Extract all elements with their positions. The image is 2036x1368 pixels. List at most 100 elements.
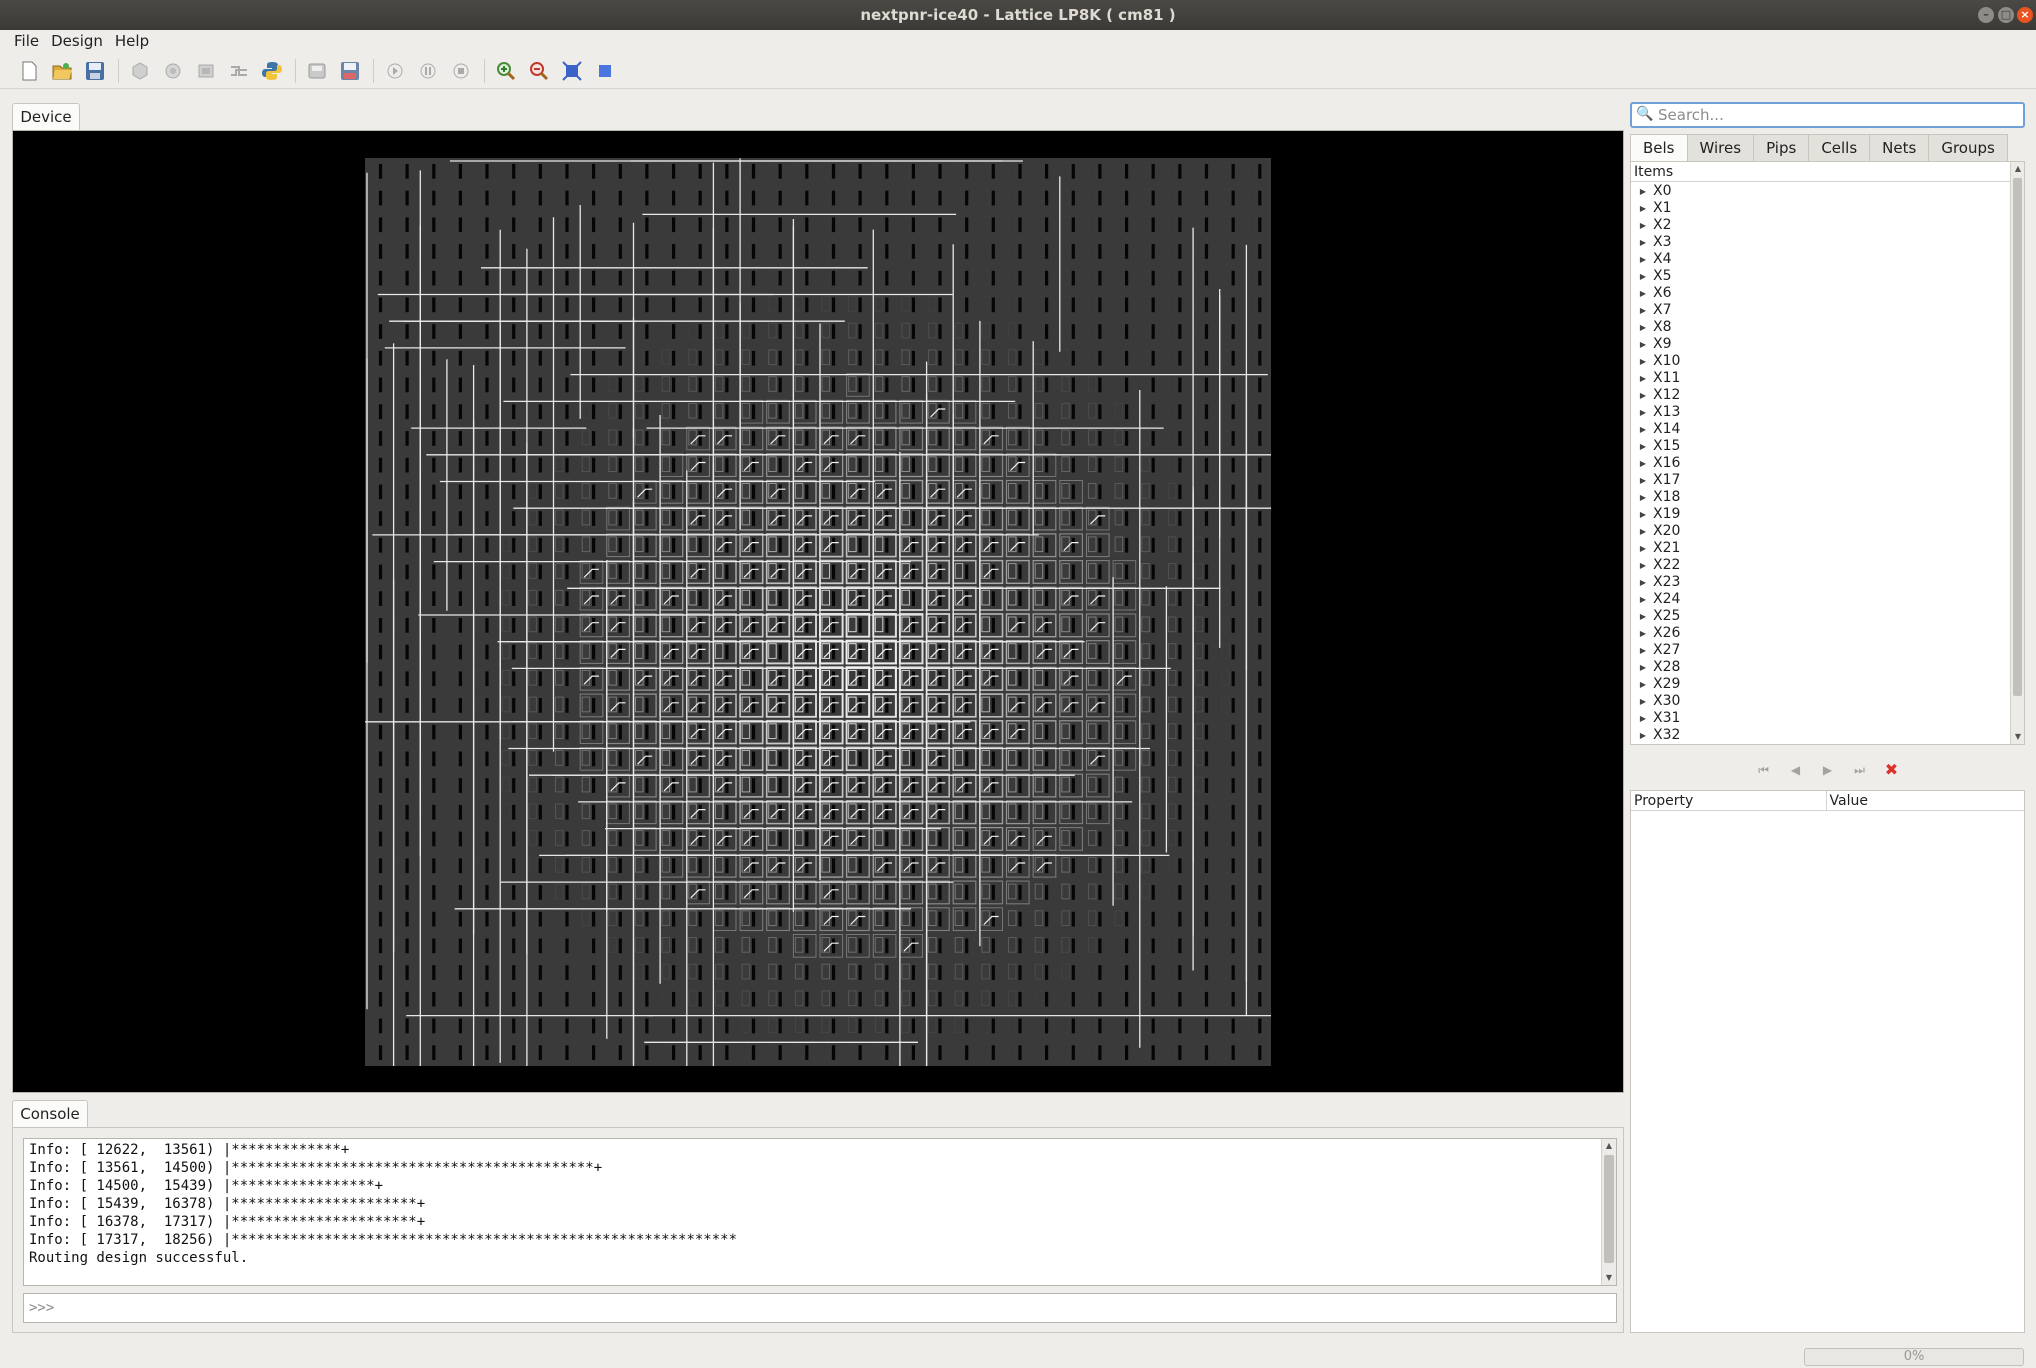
expand-arrow-icon[interactable]: ▶	[1631, 506, 1649, 523]
search-box[interactable]: 🔍	[1630, 102, 2025, 128]
expand-arrow-icon[interactable]: ▶	[1631, 421, 1649, 438]
tree-item[interactable]: ▶ X6	[1631, 285, 2011, 302]
tree-item[interactable]: ▶ X26	[1631, 625, 2011, 642]
search-input[interactable]	[1658, 104, 2018, 126]
expand-arrow-icon[interactable]: ▶	[1631, 574, 1649, 591]
tab-groups[interactable]: Groups	[1928, 134, 2008, 161]
tree-item[interactable]: ▶ X13	[1631, 404, 2011, 421]
scroll-up-icon[interactable]: ▲	[2011, 162, 2024, 176]
expand-arrow-icon[interactable]: ▶	[1631, 319, 1649, 336]
save-asc-icon[interactable]	[304, 58, 330, 84]
save-file-icon[interactable]	[82, 58, 108, 84]
new-file-icon[interactable]	[16, 58, 42, 84]
tree-item[interactable]: ▶ X0	[1631, 183, 2011, 200]
expand-arrow-icon[interactable]: ▶	[1631, 642, 1649, 659]
tree-item[interactable]: ▶ X11	[1631, 370, 2011, 387]
stop-icon[interactable]	[448, 58, 474, 84]
expand-arrow-icon[interactable]: ▶	[1631, 557, 1649, 574]
scroll-up-icon[interactable]: ▲	[1602, 1139, 1616, 1153]
expand-arrow-icon[interactable]: ▶	[1631, 217, 1649, 234]
tree-item[interactable]: ▶ X3	[1631, 234, 2011, 251]
maximize-icon[interactable]: □	[1998, 7, 2014, 23]
tree-item[interactable]: ▶ X29	[1631, 676, 2011, 693]
zoom-in-icon[interactable]	[493, 58, 519, 84]
tab-cells[interactable]: Cells	[1808, 134, 1871, 161]
assign-budget-icon[interactable]	[160, 58, 186, 84]
expand-arrow-icon[interactable]: ▶	[1631, 353, 1649, 370]
tree-item[interactable]: ▶ X12	[1631, 387, 2011, 404]
menu-help[interactable]: Help	[109, 30, 155, 53]
expand-arrow-icon[interactable]: ▶	[1631, 591, 1649, 608]
close-icon[interactable]: ×	[2017, 7, 2033, 23]
pause-icon[interactable]	[415, 58, 441, 84]
tree-item[interactable]: ▶ X31	[1631, 710, 2011, 727]
expand-arrow-icon[interactable]: ▶	[1631, 693, 1649, 710]
tree-item[interactable]: ▶ X8	[1631, 319, 2011, 336]
device-view-canvas[interactable]	[12, 130, 1624, 1093]
tree-item[interactable]: ▶ X22	[1631, 557, 2011, 574]
menu-design[interactable]: Design	[45, 30, 109, 53]
expand-arrow-icon[interactable]: ▶	[1631, 540, 1649, 557]
open-file-icon[interactable]	[49, 58, 75, 84]
first-icon[interactable]: ⏮	[1754, 760, 1774, 780]
tree-item[interactable]: ▶ X2	[1631, 217, 2011, 234]
expand-arrow-icon[interactable]: ▶	[1631, 676, 1649, 693]
menu-file[interactable]: File	[8, 30, 45, 53]
tab-bels[interactable]: Bels	[1630, 134, 1688, 162]
tree-item[interactable]: ▶ X19	[1631, 506, 2011, 523]
minimize-icon[interactable]: –	[1978, 7, 1994, 23]
expand-arrow-icon[interactable]: ▶	[1631, 387, 1649, 404]
tree-item[interactable]: ▶ X27	[1631, 642, 2011, 659]
clear-icon[interactable]: ✖	[1882, 760, 1902, 780]
expand-arrow-icon[interactable]: ▶	[1631, 489, 1649, 506]
tree-item[interactable]: ▶ X20	[1631, 523, 2011, 540]
tree-item[interactable]: ▶ X17	[1631, 472, 2011, 489]
expand-arrow-icon[interactable]: ▶	[1631, 268, 1649, 285]
expand-arrow-icon[interactable]: ▶	[1631, 659, 1649, 676]
tree-item[interactable]: ▶ X14	[1631, 421, 2011, 438]
console-scrollbar[interactable]: ▲ ▼	[1601, 1139, 1616, 1285]
expand-arrow-icon[interactable]: ▶	[1631, 234, 1649, 251]
tab-wires[interactable]: Wires	[1686, 134, 1755, 161]
tree-item[interactable]: ▶ X21	[1631, 540, 2011, 557]
tree-item[interactable]: ▶ X9	[1631, 336, 2011, 353]
tree-item[interactable]: ▶ X25	[1631, 608, 2011, 625]
expand-arrow-icon[interactable]: ▶	[1631, 285, 1649, 302]
tab-device[interactable]: Device	[12, 103, 80, 130]
fpga-routing-view[interactable]	[365, 158, 1271, 1066]
save-json-icon[interactable]	[337, 58, 363, 84]
tree-item[interactable]: ▶ X5	[1631, 268, 2011, 285]
tree-item[interactable]: ▶ X32	[1631, 727, 2011, 744]
play-icon[interactable]	[382, 58, 408, 84]
expand-arrow-icon[interactable]: ▶	[1631, 472, 1649, 489]
expand-arrow-icon[interactable]: ▶	[1631, 302, 1649, 319]
tab-nets[interactable]: Nets	[1869, 134, 1930, 161]
tree-header[interactable]: Items	[1631, 162, 2011, 182]
scroll-down-icon[interactable]: ▼	[2011, 730, 2024, 744]
pack-icon[interactable]	[127, 58, 153, 84]
last-icon[interactable]: ⏭	[1850, 760, 1870, 780]
back-icon[interactable]: ◀	[1786, 760, 1806, 780]
tree-item[interactable]: ▶ X24	[1631, 591, 2011, 608]
tree-item[interactable]: ▶ X10	[1631, 353, 2011, 370]
scroll-down-icon[interactable]: ▼	[1602, 1271, 1616, 1285]
expand-arrow-icon[interactable]: ▶	[1631, 370, 1649, 387]
tree-item[interactable]: ▶ X18	[1631, 489, 2011, 506]
expand-arrow-icon[interactable]: ▶	[1631, 727, 1649, 744]
expand-arrow-icon[interactable]: ▶	[1631, 183, 1649, 200]
expand-arrow-icon[interactable]: ▶	[1631, 404, 1649, 421]
tree-item[interactable]: ▶ X16	[1631, 455, 2011, 472]
expand-arrow-icon[interactable]: ▶	[1631, 710, 1649, 727]
forward-icon[interactable]: ▶	[1818, 760, 1838, 780]
python-script-icon[interactable]	[259, 58, 285, 84]
expand-arrow-icon[interactable]: ▶	[1631, 455, 1649, 472]
tab-console[interactable]: Console	[12, 1100, 88, 1128]
expand-arrow-icon[interactable]: ▶	[1631, 523, 1649, 540]
expand-arrow-icon[interactable]: ▶	[1631, 608, 1649, 625]
place-icon[interactable]	[193, 58, 219, 84]
zoom-fit-icon[interactable]	[559, 58, 585, 84]
tab-pips[interactable]: Pips	[1753, 134, 1810, 161]
tree-scroll-thumb[interactable]	[2013, 178, 2022, 696]
console-input[interactable]: >>>	[23, 1293, 1617, 1323]
tree-item[interactable]: ▶ X28	[1631, 659, 2011, 676]
